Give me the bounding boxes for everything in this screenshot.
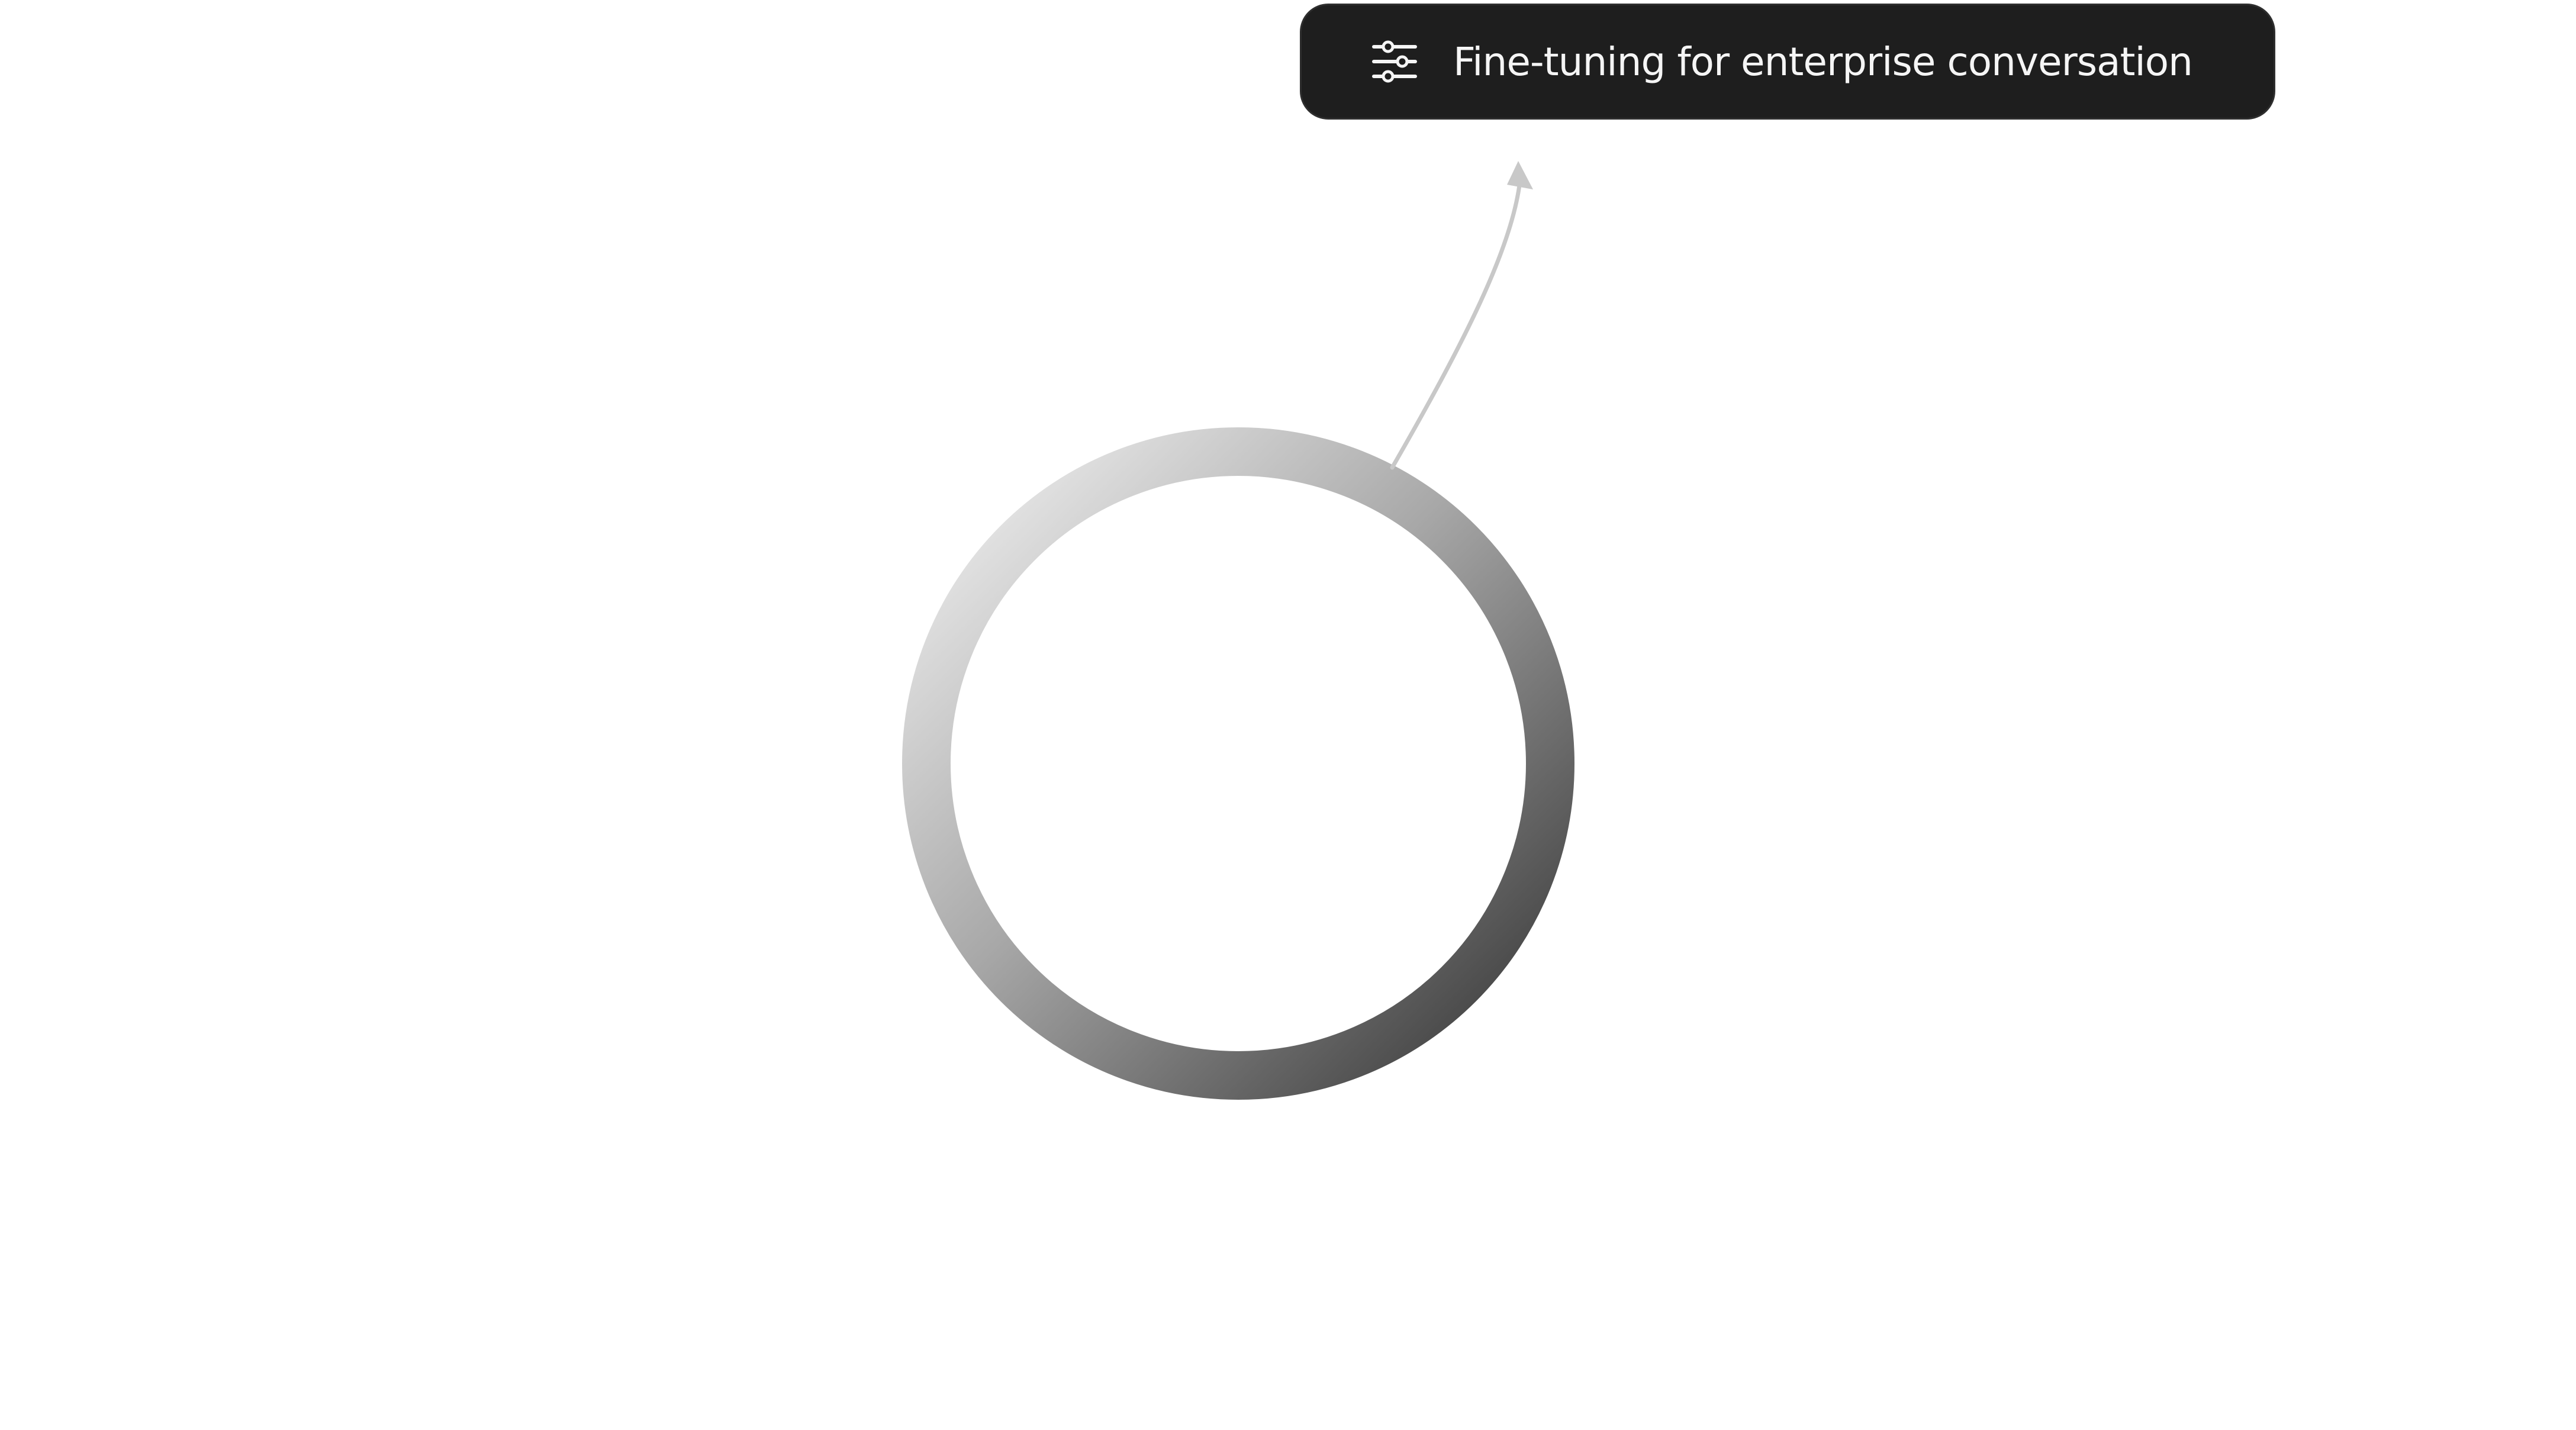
connector-arrowhead [1507,161,1533,189]
connector-arrow-line [1390,178,1522,470]
sliders-icon [1371,38,1418,85]
gradient-ring [902,427,1574,1100]
diagram-canvas [902,161,1574,1100]
callout-box: Fine-tuning for enterprise conversation [1300,4,2275,120]
callout-label: Fine-tuning for enterprise conversation [1453,38,2193,85]
